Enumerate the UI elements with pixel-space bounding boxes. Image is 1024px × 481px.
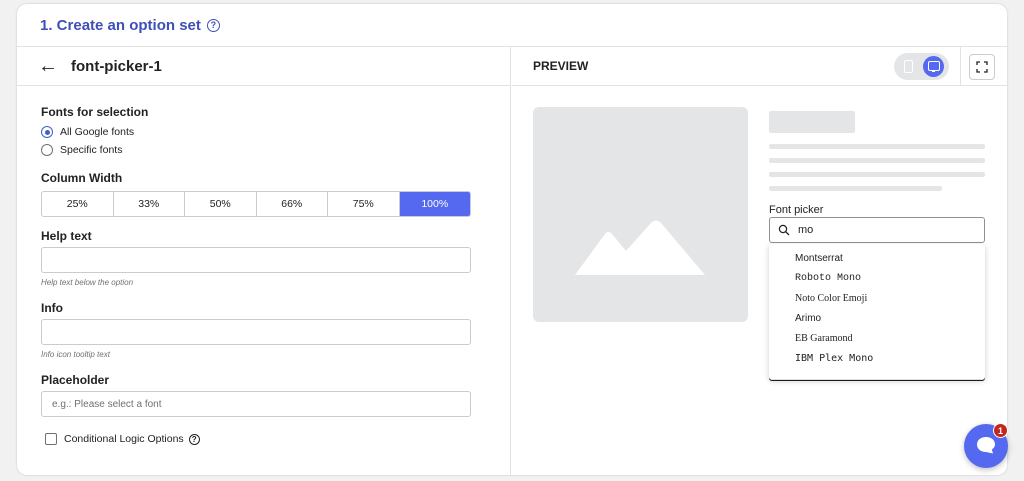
font-option[interactable]: Arimo — [769, 308, 985, 328]
chat-launcher-button[interactable]: 1 — [964, 423, 1008, 468]
expand-icon — [976, 61, 988, 73]
font-option[interactable]: IBM Plex Mono — [769, 348, 985, 368]
skeleton-line — [769, 144, 985, 149]
font-option[interactable]: EB Garamond — [769, 328, 985, 348]
font-picker-label: Font picker — [769, 204, 824, 216]
search-icon — [778, 224, 790, 236]
skeleton-line — [769, 186, 942, 191]
notification-badge: 1 — [993, 423, 1008, 438]
radio-label: All Google fonts — [60, 126, 135, 138]
radio-label: Specific fonts — [60, 144, 123, 156]
option-editor-header: ← font-picker-1 — [17, 47, 510, 86]
font-search-value: mo — [798, 224, 814, 236]
radio-specific-fonts[interactable]: Specific fonts — [41, 144, 510, 156]
column-width-label: Column Width — [41, 171, 123, 185]
chat-bubble-icon — [977, 437, 995, 454]
conditional-logic-checkbox[interactable] — [45, 433, 57, 445]
column-width-50[interactable]: 50% — [185, 192, 257, 216]
preview-panel: PREVIEW Font picker mo Montserrat Roboto… — [512, 47, 1007, 475]
card-header: 1. Create an option set ? — [17, 4, 1007, 47]
radio-all-google-fonts[interactable]: All Google fonts — [41, 126, 510, 138]
radio-button[interactable] — [41, 144, 53, 156]
help-text-label: Help text — [41, 229, 92, 243]
font-option[interactable]: Noto Color Emoji — [769, 288, 985, 308]
column-width-75[interactable]: 75% — [328, 192, 400, 216]
skeleton-line — [769, 158, 985, 163]
help-text-input[interactable] — [41, 247, 471, 273]
divider — [960, 47, 961, 86]
column-width-100[interactable]: 100% — [399, 192, 470, 216]
skeleton-line — [769, 172, 985, 177]
product-image-placeholder — [533, 107, 748, 322]
preview-title: PREVIEW — [533, 59, 589, 73]
fonts-for-selection-label: Fonts for selection — [41, 105, 149, 119]
info-input[interactable] — [41, 319, 471, 345]
help-text-hint: Help text below the option — [41, 278, 134, 287]
device-toggle[interactable] — [894, 53, 949, 80]
fullscreen-button[interactable] — [969, 54, 995, 80]
page-title: 1. Create an option set — [40, 16, 201, 34]
conditional-logic-row[interactable]: Conditional Logic Options ? — [41, 433, 510, 445]
column-width-25[interactable]: 25% — [42, 192, 114, 216]
placeholder-input[interactable]: e.g.: Please select a font — [41, 391, 471, 417]
preview-header: PREVIEW — [512, 47, 1007, 86]
info-label: Info — [41, 301, 63, 315]
column-width-33[interactable]: 33% — [114, 192, 185, 216]
font-results-dropdown: Montserrat Roboto Mono Noto Color Emoji … — [769, 244, 985, 379]
conditional-logic-label: Conditional Logic Options — [64, 433, 184, 445]
font-option[interactable]: Montserrat — [769, 248, 985, 268]
image-placeholder-icon — [575, 220, 705, 275]
font-search-input[interactable]: mo — [769, 217, 985, 243]
font-option[interactable]: Roboto Mono — [769, 268, 985, 288]
option-editor-panel: ← font-picker-1 Fonts for selection All … — [17, 47, 511, 475]
arrow-left-icon[interactable]: ← — [38, 56, 58, 76]
desktop-icon[interactable] — [923, 56, 944, 77]
mobile-icon[interactable] — [904, 60, 913, 73]
option-set-card: 1. Create an option set ? ← font-picker-… — [17, 4, 1007, 475]
skeleton-title — [769, 111, 855, 133]
info-hint: Info icon tooltip text — [41, 350, 110, 359]
placeholder-label: Placeholder — [41, 373, 110, 387]
radio-button-selected[interactable] — [41, 126, 53, 138]
column-width-66[interactable]: 66% — [257, 192, 328, 216]
option-form: Fonts for selection All Google fonts Spe… — [17, 105, 510, 445]
question-circle-icon[interactable]: ? — [206, 18, 220, 32]
question-circle-icon[interactable]: ? — [188, 433, 200, 445]
option-name: font-picker-1 — [71, 57, 162, 75]
column-width-selector: 25% 33% 50% 66% 75% 100% — [41, 191, 471, 217]
